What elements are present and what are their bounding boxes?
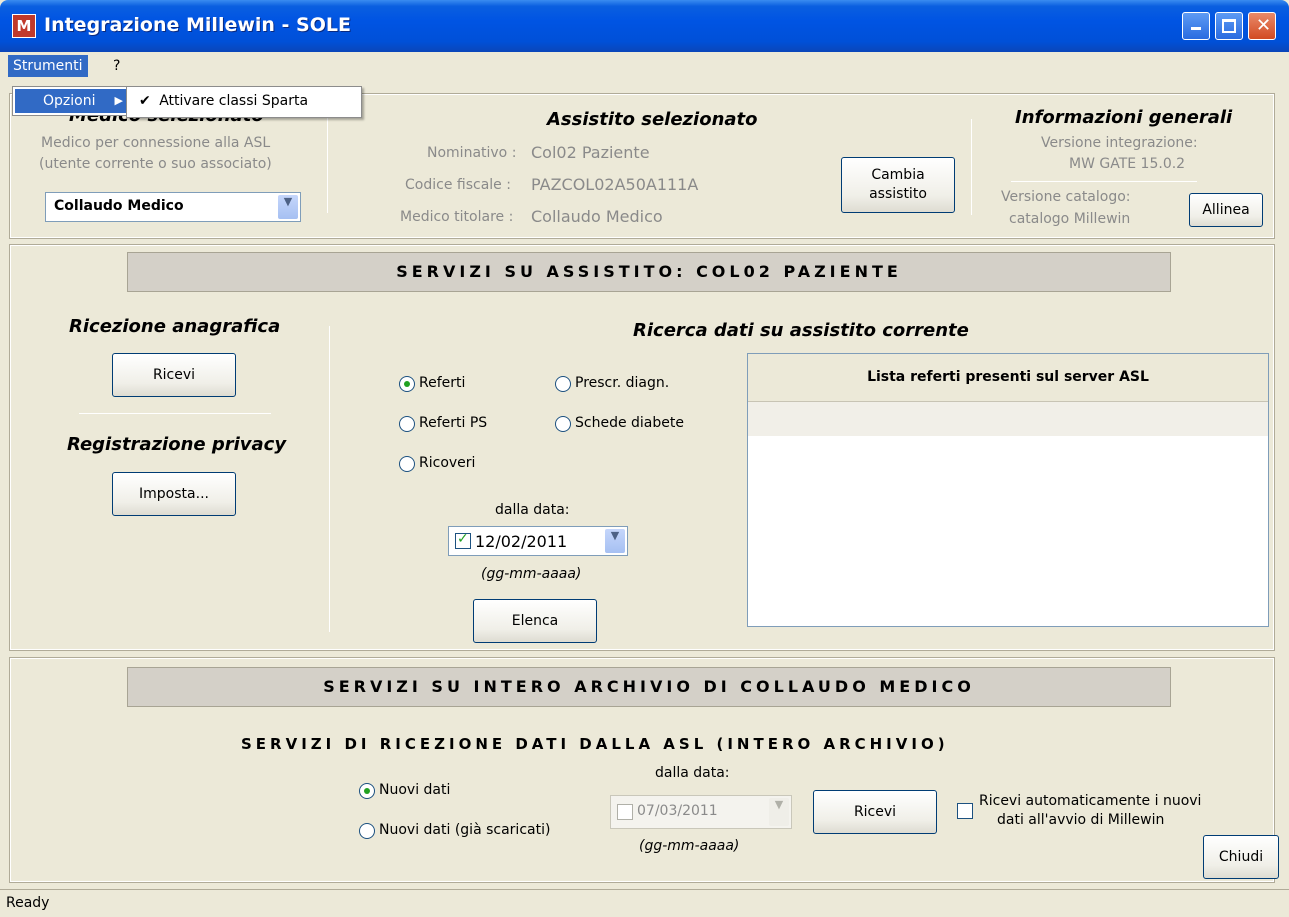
medico-titolare-value: Collaudo Medico [531,207,663,226]
archivio-date-value: 07/03/2011 [637,803,718,819]
strumenti-dropdown: Opzioni ▶ [12,86,132,116]
catalogo-value: catalogo Millewin [1009,211,1131,227]
radio-nuovi-dati[interactable] [359,783,375,799]
menu-bar: Strumenti ? [0,52,1289,80]
menu-item-opzioni-label: Opzioni [43,93,96,109]
imposta-privacy-button[interactable]: Imposta... [112,472,236,516]
ricezione-anagrafica-title: Ricezione anagrafica [69,316,281,337]
list-item[interactable] [748,402,1268,436]
servizi-assistito-panel: SERVIZI SU ASSISTITO: COL02 PAZIENTE Ric… [9,244,1275,651]
separator [1011,181,1197,182]
medico-select[interactable]: Collaudo Medico ▼ [45,192,301,222]
medico-line2: (utente corrente o suo associato) [39,156,272,172]
cambia-assistito-line2: assistito [869,186,927,202]
medico-line1: Medico per connessione alla ASL [41,135,271,151]
status-bar: Ready [0,889,1289,917]
archivio-date-checkbox[interactable] [617,804,633,820]
chevron-down-icon[interactable]: ▼ [605,529,625,553]
codice-fiscale-label: Codice fiscale : [405,177,511,193]
cambia-assistito-line1: Cambia [871,167,925,183]
date-picker[interactable]: ✓ 12/02/2011 ▼ [448,526,628,556]
opzioni-submenu: ✔ Attivare classi Sparta [126,86,362,118]
lista-referti-list[interactable]: Lista referti presenti sul server ASL [747,353,1269,627]
radio-schede-diabete-label: Schede diabete [575,415,684,431]
status-text: Ready [6,895,50,911]
minimize-button[interactable] [1182,12,1210,40]
menu-help[interactable]: ? [108,55,125,77]
chevron-down-icon[interactable]: ▼ [278,195,298,219]
radio-ricoveri-label: Ricoveri [419,455,476,471]
catalogo-label: Versione catalogo: [1001,189,1131,205]
title-bar: M Integrazione Millewin - SOLE ✕ [0,0,1289,52]
ricevi-auto-line1: Ricevi automaticamente i nuovi [979,793,1202,809]
separator [329,326,330,632]
servizi-archivio-subheader: SERVIZI DI RICEZIONE DATI DALLA ASL (INT… [241,735,949,753]
medico-titolare-label: Medico titolare : [400,209,514,225]
ricerca-title: Ricerca dati su assistito corrente [633,320,969,341]
dalla-data-label: dalla data: [495,502,570,518]
radio-referti-ps[interactable] [399,416,415,432]
ricevi-anagrafica-button[interactable]: Ricevi [112,353,236,397]
archivio-dalla-data-label: dalla data: [655,765,730,781]
medico-select-value: Collaudo Medico [54,198,184,214]
archivio-date-format-hint: (gg-mm-aaaa) [639,838,740,854]
servizi-assistito-header: SERVIZI SU ASSISTITO: COL02 PAZIENTE [127,252,1171,292]
ricevi-auto-line2: dati all'avvio di Millewin [997,812,1165,828]
servizi-archivio-header: SERVIZI SU INTERO ARCHIVIO DI COLLAUDO M… [127,667,1171,707]
nominativo-value: Col02 Paziente [531,143,650,162]
radio-nuovi-dati-scaricati[interactable] [359,823,375,839]
allinea-button[interactable]: Allinea [1189,193,1263,227]
nominativo-label: Nominativo : [427,145,517,161]
separator [971,119,972,215]
ricevi-auto-checkbox[interactable] [957,803,973,819]
radio-nuovi-dati-label: Nuovi dati [379,782,451,798]
versione-value: MW GATE 15.0.2 [1069,156,1186,172]
chevron-down-icon[interactable]: ▼ [769,798,789,826]
check-icon: ✓ [457,531,469,547]
ricevi-archivio-button[interactable]: Ricevi [813,790,937,834]
radio-referti-ps-label: Referti PS [419,415,488,431]
archivio-date-picker[interactable]: 07/03/2011 ▼ [610,795,792,829]
date-format-hint: (gg-mm-aaaa) [481,566,582,582]
servizi-archivio-panel: SERVIZI SU INTERO ARCHIVIO DI COLLAUDO M… [9,657,1279,883]
menu-strumenti[interactable]: Strumenti [8,55,88,77]
submenu-arrow-icon: ▶ [114,94,123,107]
codice-fiscale-value: PAZCOL02A50A111A [531,175,699,194]
versione-label: Versione integrazione: [1041,135,1198,151]
info-title: Informazioni generali [1015,107,1233,128]
date-enable-checkbox[interactable]: ✓ [455,531,471,549]
menu-item-opzioni[interactable]: Opzioni ▶ [15,89,129,113]
menu-item-attivare-sparta-label: Attivare classi Sparta [159,93,309,109]
radio-prescr-diagn-label: Prescr. diagn. [575,375,670,391]
separator [79,413,271,414]
date-value: 12/02/2011 [475,532,568,551]
radio-schede-diabete[interactable] [555,416,571,432]
window-title: Integrazione Millewin - SOLE [44,14,351,36]
cambia-assistito-button[interactable]: Cambia assistito [841,157,955,213]
close-button[interactable]: ✕ [1248,12,1276,40]
separator [327,117,328,213]
registrazione-privacy-title: Registrazione privacy [67,434,287,455]
elenca-button[interactable]: Elenca [473,599,597,643]
maximize-button[interactable] [1215,12,1243,40]
radio-prescr-diagn[interactable] [555,376,571,392]
menu-item-attivare-sparta[interactable]: ✔ Attivare classi Sparta [139,93,308,109]
chiudi-button[interactable]: Chiudi [1203,835,1279,879]
lista-referti-header: Lista referti presenti sul server ASL [748,354,1268,402]
app-icon: M [12,14,36,38]
radio-referti[interactable] [399,376,415,392]
check-icon: ✔ [139,93,151,109]
radio-ricoveri[interactable] [399,456,415,472]
radio-nuovi-dati-scaricati-label: Nuovi dati (già scaricati) [379,822,551,838]
assistito-title: Assistito selezionato [547,109,758,130]
radio-referti-label: Referti [419,375,466,391]
